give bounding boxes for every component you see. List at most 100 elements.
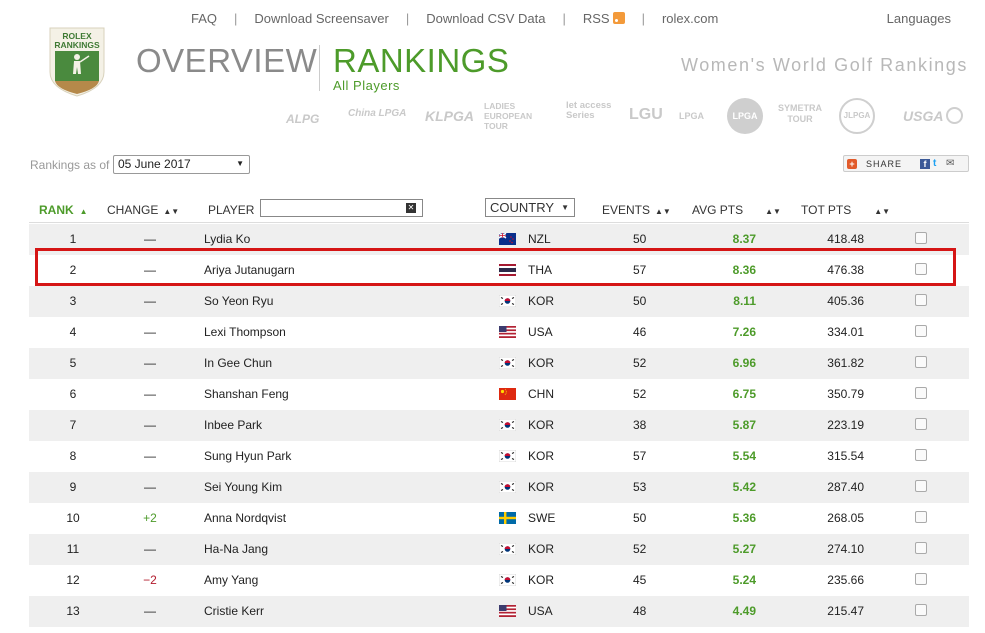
tour-logo-lpga-seal[interactable]: LPGA: [727, 98, 763, 134]
table-row[interactable]: 2 — Ariya Jutanugarn THA 57 8.36 476.38: [29, 255, 969, 286]
rolex-rankings-logo[interactable]: ROLEX RANKINGS: [47, 26, 107, 98]
player-name[interactable]: Lydia Ko: [204, 232, 250, 246]
events-column-header[interactable]: EVENTS ▲▼: [602, 203, 671, 217]
change-cell: —: [144, 604, 156, 618]
player-search-input[interactable]: ✕: [260, 199, 423, 217]
compare-checkbox[interactable]: [915, 232, 927, 244]
sort-asc-icon: ▲: [79, 207, 88, 216]
table-row[interactable]: 3 — So Yeon Ryu KOR 50 8.11 405.36: [29, 286, 969, 317]
table-row[interactable]: 4 — Lexi Thompson USA 46 7.26 334.01: [29, 317, 969, 348]
player-name[interactable]: Amy Yang: [204, 573, 258, 587]
languages-menu[interactable]: Languages: [887, 11, 951, 26]
rss-link[interactable]: RSS: [583, 11, 625, 26]
ranking-date-select[interactable]: 05 June 2017 ▼: [113, 155, 250, 174]
overview-tab[interactable]: OVERVIEW: [136, 42, 317, 80]
rank-cell: 1: [69, 232, 77, 246]
table-row[interactable]: 5 — In Gee Chun KOR 52 6.96 361.82: [29, 348, 969, 379]
player-name[interactable]: Ha-Na Jang: [204, 542, 268, 556]
compare-checkbox[interactable]: [915, 511, 927, 523]
download-csv-link[interactable]: Download CSV Data: [426, 11, 545, 26]
tot-pts-cell: 315.54: [827, 449, 864, 463]
clear-icon[interactable]: ✕: [406, 203, 416, 213]
tot-pts-column-header[interactable]: TOT PTS ▲▼: [801, 203, 890, 217]
compare-checkbox[interactable]: [915, 449, 927, 461]
change-cell: —: [144, 325, 156, 339]
change-column-header[interactable]: CHANGE ▲▼: [107, 203, 179, 217]
events-cell: 57: [633, 449, 647, 463]
compare-checkbox[interactable]: [915, 325, 927, 337]
player-name[interactable]: Sei Young Kim: [204, 480, 282, 494]
compare-checkbox[interactable]: [915, 294, 927, 306]
rank-cell: 8: [69, 449, 77, 463]
tour-logo-let-access[interactable]: let access Series: [566, 101, 622, 121]
compare-checkbox[interactable]: [915, 573, 927, 585]
tour-logo-lpga[interactable]: LPGA: [679, 111, 704, 121]
player-name[interactable]: Sung Hyun Park: [204, 449, 291, 463]
player-name[interactable]: Cristie Kerr: [204, 604, 264, 618]
compare-checkbox[interactable]: [915, 480, 927, 492]
tour-label: LPGA: [679, 111, 705, 121]
email-icon[interactable]: ✉: [946, 158, 954, 169]
tour-logo-klpga[interactable]: KLPGA: [425, 108, 474, 124]
player-name[interactable]: Shanshan Feng: [204, 387, 289, 401]
player-column-header[interactable]: PLAYER: [208, 203, 254, 217]
tour-logo-lgu[interactable]: LGU: [629, 106, 663, 124]
nav-separator: |: [234, 11, 238, 26]
player-name[interactable]: Anna Nordqvist: [204, 511, 286, 525]
tot-pts-cell: 361.82: [827, 356, 864, 370]
player-name[interactable]: So Yeon Ryu: [204, 294, 273, 308]
events-cell: 52: [633, 356, 647, 370]
kor-flag-icon: [498, 480, 517, 494]
tour-label: SYMETRA TOUR: [777, 103, 822, 124]
rank-cell: 5: [69, 356, 77, 370]
tour-logo-usga[interactable]: USGA: [903, 107, 964, 124]
tour-logo-alpg[interactable]: ALPG: [286, 112, 319, 126]
avg-pts-column-header[interactable]: AVG PTS ▲▼: [692, 203, 781, 217]
compare-checkbox[interactable]: [915, 542, 927, 554]
tour-logo-let[interactable]: LADIES EUROPEAN TOUR: [484, 101, 556, 131]
tot-pts-cell: 215.47: [827, 604, 864, 618]
ranking-date-value: 05 June 2017: [118, 157, 191, 171]
change-header-label: CHANGE: [107, 203, 159, 217]
player-name[interactable]: Ariya Jutanugarn: [204, 263, 295, 277]
twitter-icon[interactable]: t: [933, 158, 936, 169]
compare-checkbox[interactable]: [915, 418, 927, 430]
facebook-icon[interactable]: f: [920, 159, 930, 169]
compare-checkbox[interactable]: [915, 356, 927, 368]
events-cell: 50: [633, 511, 647, 525]
compare-checkbox[interactable]: [915, 387, 927, 399]
table-row[interactable]: 9 — Sei Young Kim KOR 53 5.42 287.40: [29, 472, 969, 503]
player-name[interactable]: Inbee Park: [204, 418, 262, 432]
table-row[interactable]: 1 — Lydia Ko NZL 50 8.37 418.48: [29, 224, 969, 255]
events-cell: 50: [633, 232, 647, 246]
tot-pts-cell: 418.48: [827, 232, 864, 246]
share-button[interactable]: + SHARE f t ✉: [843, 155, 969, 172]
avg-pts-cell: 7.26: [732, 325, 756, 339]
table-row[interactable]: 10 +2 Anna Nordqvist SWE 50 5.36 268.05: [29, 503, 969, 534]
tour-logo-symetra[interactable]: SYMETRA TOUR: [774, 103, 826, 125]
table-row[interactable]: 8 — Sung Hyun Park KOR 57 5.54 315.54: [29, 441, 969, 472]
rank-column-header[interactable]: RANK ▲: [39, 203, 88, 217]
kor-flag-icon: [498, 294, 517, 308]
faq-link[interactable]: FAQ: [191, 11, 217, 26]
site-title: Women's World Golf Rankings: [680, 55, 968, 75]
tot-pts-cell: 476.38: [827, 263, 864, 277]
country-code: CHN: [528, 387, 554, 401]
country-filter-select[interactable]: COUNTRY ▼: [485, 198, 575, 217]
compare-checkbox[interactable]: [915, 263, 927, 275]
tour-logo-jlpga[interactable]: JLPGA: [839, 98, 875, 134]
table-row[interactable]: 11 — Ha-Na Jang KOR 52 5.27 274.10: [29, 534, 969, 565]
table-row[interactable]: 7 — Inbee Park KOR 38 5.87 223.19: [29, 410, 969, 441]
player-name[interactable]: Lexi Thompson: [204, 325, 286, 339]
download-screensaver-link[interactable]: Download Screensaver: [254, 11, 388, 26]
tot-pts-cell: 405.36: [827, 294, 864, 308]
tour-logo-china-lpga[interactable]: China LPGA: [348, 108, 406, 119]
table-row[interactable]: 12 −2 Amy Yang KOR 45 5.24 235.66: [29, 565, 969, 596]
country-code: THA: [528, 263, 552, 277]
avg-pts-cell: 5.27: [732, 542, 756, 556]
player-name[interactable]: In Gee Chun: [204, 356, 272, 370]
table-row[interactable]: 13 — Cristie Kerr USA 48 4.49 215.47: [29, 596, 969, 627]
compare-checkbox[interactable]: [915, 604, 927, 616]
rolex-link[interactable]: rolex.com: [662, 11, 718, 26]
table-row[interactable]: 6 — Shanshan Feng CHN 52 6.75 350.79: [29, 379, 969, 410]
